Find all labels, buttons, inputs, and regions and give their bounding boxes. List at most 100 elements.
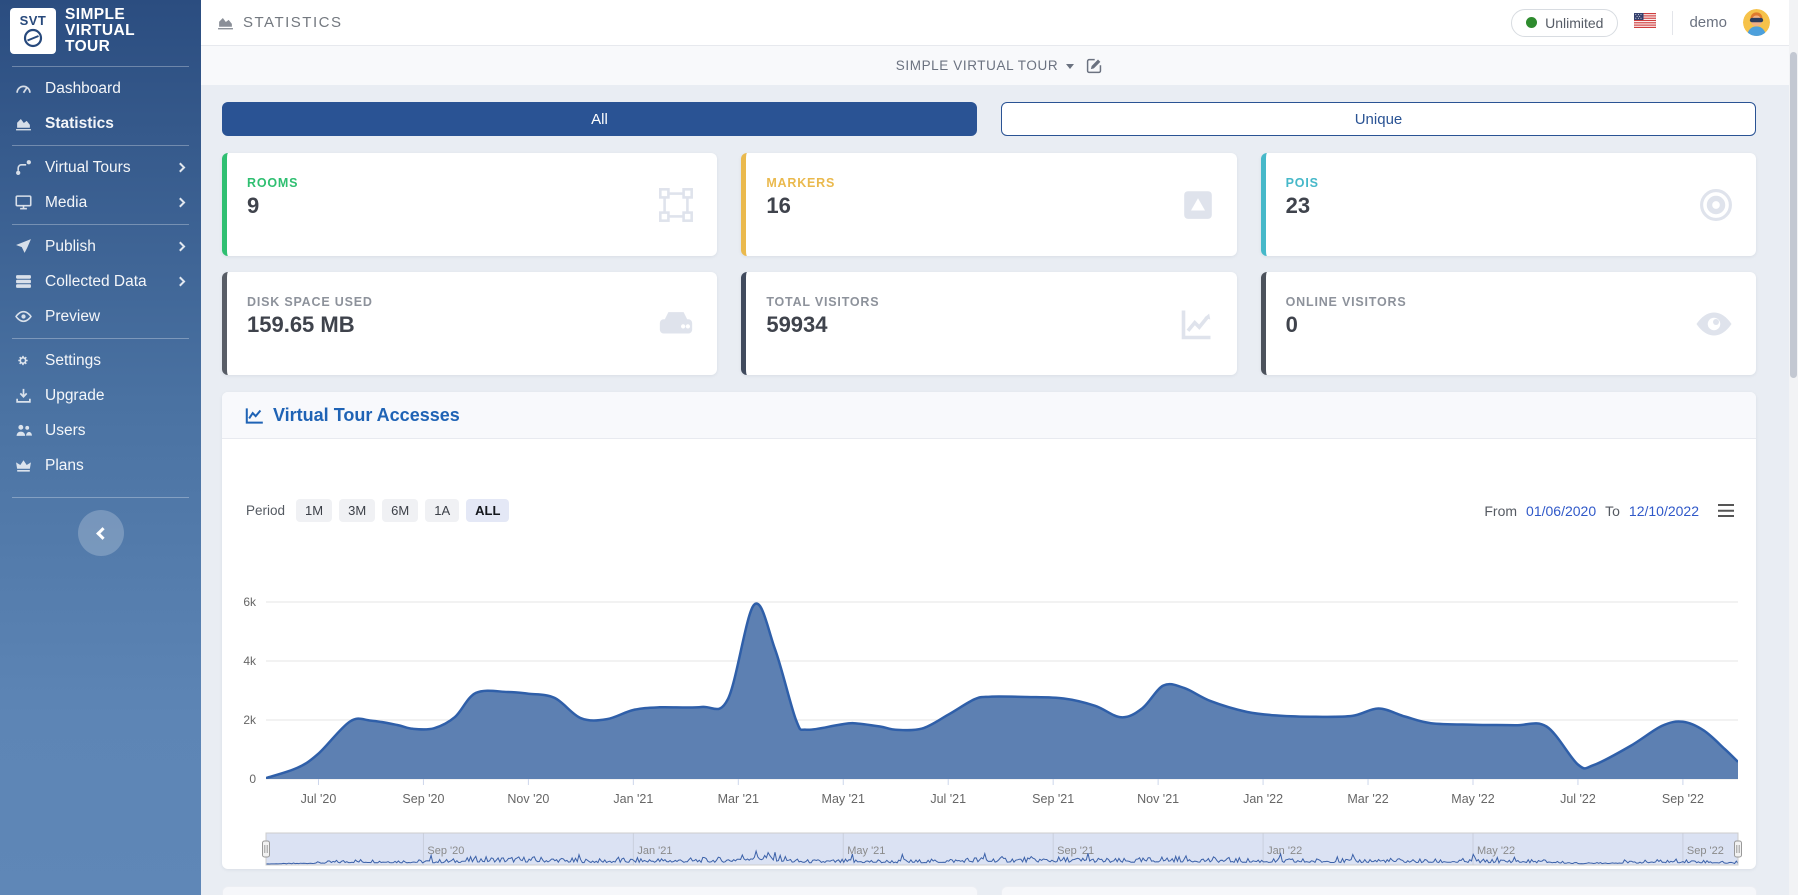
period-3m-button[interactable]: 3M [339,499,375,522]
svg-text:Nov '21: Nov '21 [1137,792,1179,806]
plans-icon [14,457,33,474]
bullseye-icon [1698,187,1734,223]
filter-unique-button[interactable]: Unique [1001,102,1756,136]
svg-text:Sep '22: Sep '22 [1662,792,1704,806]
chart-area-icon [14,115,33,132]
card-value: 159.65 MB [247,312,695,338]
card-value: 59934 [766,312,1214,338]
sidebar-collapse-button[interactable] [78,510,124,556]
route-icon [14,159,33,176]
sidebar-item-dashboard[interactable]: Dashboard [0,71,201,106]
chevron-right-icon [176,242,186,252]
card-label: MARKERS [766,176,1214,190]
sidebar-item-settings[interactable]: Settings [0,343,201,378]
svg-text:Sep '21: Sep '21 [1032,792,1074,806]
sidebar-item-media[interactable]: Media [0,185,201,220]
plan-badge: Unlimited [1511,9,1618,37]
period-all-button[interactable]: ALL [466,499,509,522]
panel-header: Virtual Tour Accesses [222,392,1756,439]
svg-text:May '22: May '22 [1477,845,1515,857]
next-panel-peek-left [222,886,978,895]
brand-abbr: SVT [20,14,47,27]
image-marker-icon [1181,188,1215,222]
period-label: Period [246,503,285,518]
edit-icon[interactable] [1086,57,1103,74]
svg-text:Nov '20: Nov '20 [507,792,549,806]
filter-all-button[interactable]: All [222,102,977,136]
card-value: 9 [247,193,695,219]
next-panel-peek-right [1001,886,1757,895]
virtual-tour-accesses-panel: Virtual Tour Accesses Period 1M 3M 6M 1A… [222,392,1756,869]
eye-icon [14,308,33,325]
stat-card-markers: MARKERS 16 [741,153,1236,256]
brand-name: SIMPLE VIRTUAL TOUR [65,7,135,55]
svg-text:Jan '21: Jan '21 [637,845,672,857]
to-date-input[interactable]: 12/10/2022 [1629,503,1699,519]
period-1a-button[interactable]: 1A [425,499,459,522]
sidebar-item-upgrade[interactable]: Upgrade [0,378,201,413]
stat-card-rooms: ROOMS 9 [222,153,717,256]
svg-text:4k: 4k [243,654,257,668]
svg-text:Jul '21: Jul '21 [930,792,966,806]
sidebar-divider [12,224,189,225]
page-scrollbar-thumb[interactable] [1790,52,1797,378]
statistics-icon [217,14,234,31]
chevron-right-icon [176,163,186,173]
sidebar-item-preview[interactable]: Preview [0,299,201,334]
language-flag-icon[interactable] [1634,13,1656,33]
card-label: ROOMS [247,176,695,190]
vector-square-icon [657,186,695,224]
card-value: 16 [766,193,1214,219]
sidebar-item-plans[interactable]: Plans [0,448,201,483]
svg-text:May '22: May '22 [1451,792,1494,806]
sidebar-divider [12,497,189,498]
card-label: TOTAL VISITORS [766,295,1214,309]
publish-icon [14,238,33,255]
username[interactable]: demo [1689,14,1727,31]
sidebar-item-publish[interactable]: Publish [0,229,201,264]
status-dot-icon [1526,17,1537,28]
tour-selector-bar: SIMPLE VIRTUAL TOUR [201,46,1798,85]
svg-text:0: 0 [249,772,256,786]
topbar-divider [1672,11,1673,35]
user-avatar[interactable] [1743,9,1770,36]
chart-context-menu-icon[interactable] [1718,504,1734,517]
hdd-icon [657,305,695,343]
media-icon [14,194,33,211]
brand-logo: SVT SIMPLE VIRTUAL TOUR [0,0,201,62]
period-6m-button[interactable]: 6M [382,499,418,522]
svg-text:Jan '21: Jan '21 [613,792,653,806]
sidebar-divider [12,338,189,339]
chevron-right-icon [176,277,186,287]
svg-text:Jul '22: Jul '22 [1560,792,1596,806]
dashboard-icon [14,80,33,97]
from-label: From [1484,503,1517,519]
sidebar-item-statistics[interactable]: Statistics [0,106,201,141]
chart-navigator[interactable]: Sep '20Jan '21May '21Sep '21Jan '22May '… [222,832,1756,869]
caret-down-icon[interactable] [1066,64,1074,69]
card-label: DISK SPACE USED [247,295,695,309]
period-row: Period 1M 3M 6M 1A ALL From 01/06/2020 T… [246,499,1734,522]
accesses-area-chart[interactable]: 02k4k6kJul '20Sep '20Nov '20Jan '21Mar '… [222,541,1756,815]
card-value: 23 [1286,193,1734,219]
card-value: 0 [1286,312,1734,338]
topbar: STATISTICS Unlimited demo [201,0,1798,46]
sidebar-divider [12,66,189,67]
date-range: From 01/06/2020 To 12/10/2022 [1484,503,1734,519]
period-1m-button[interactable]: 1M [296,499,332,522]
sidebar-item-users[interactable]: Users [0,413,201,448]
svg-text:Mar '21: Mar '21 [718,792,759,806]
sidebar-item-virtual-tours[interactable]: Virtual Tours [0,150,201,185]
from-date-input[interactable]: 01/06/2020 [1526,503,1596,519]
stat-card-total-visitors: TOTAL VISITORS 59934 [741,272,1236,375]
svt-logo-icon: SVT [10,8,56,54]
chart-line-icon [245,406,264,425]
tour-selector[interactable]: SIMPLE VIRTUAL TOUR [896,58,1058,73]
chevron-left-icon [96,527,109,540]
svg-text:May '21: May '21 [822,792,865,806]
panel-title: Virtual Tour Accesses [273,405,460,426]
svg-text:Jan '22: Jan '22 [1243,792,1283,806]
eye-icon [1694,304,1734,344]
svg-text:Jul '20: Jul '20 [301,792,337,806]
sidebar-item-collected-data[interactable]: Collected Data [0,264,201,299]
